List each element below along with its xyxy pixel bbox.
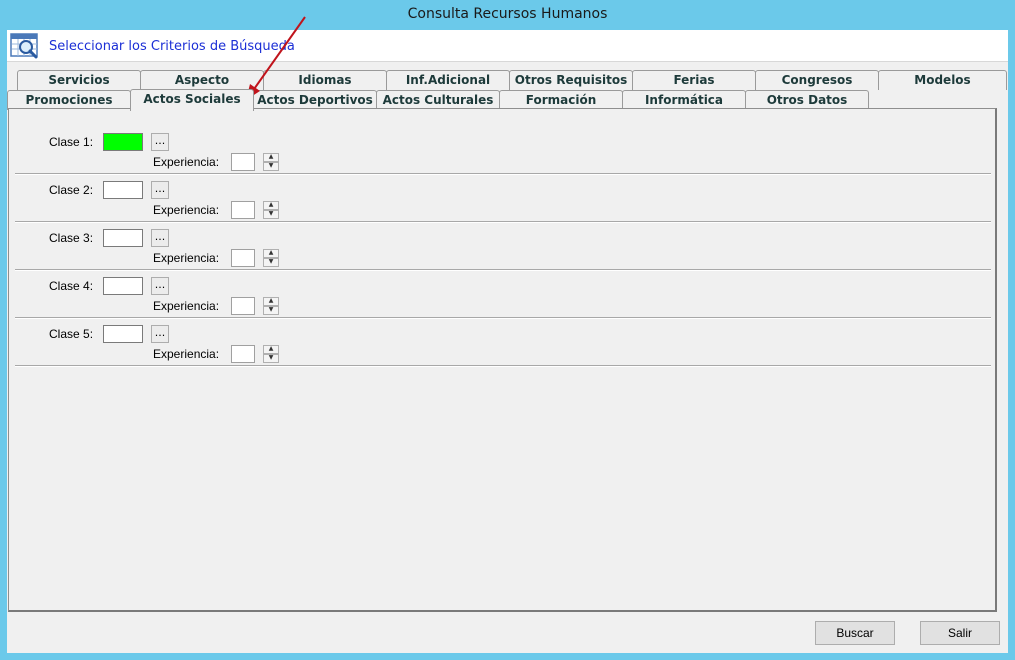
tab-formacion[interactable]: Formación xyxy=(499,90,623,110)
spin-up-icon[interactable]: ▲ xyxy=(263,201,279,210)
tab-actos-deportivos[interactable]: Actos Deportivos xyxy=(253,90,377,110)
spin-down-icon[interactable]: ▼ xyxy=(263,306,279,315)
experiencia-label: Experiencia: xyxy=(153,203,220,217)
experiencia-2-spinner[interactable]: ▲ ▼ xyxy=(263,201,279,219)
experiencia-label: Experiencia: xyxy=(153,155,220,169)
tab-otros-datos[interactable]: Otros Datos xyxy=(745,90,869,110)
tab-servicios[interactable]: Servicios xyxy=(17,70,141,90)
tab-inf-adicional[interactable]: Inf.Adicional xyxy=(386,70,510,90)
tab-otros-requisitos[interactable]: Otros Requisitos xyxy=(509,70,633,90)
experiencia-4-input[interactable] xyxy=(231,297,255,315)
clase-3-browse-button[interactable]: ... xyxy=(151,229,169,247)
tab-modelos[interactable]: Modelos xyxy=(878,70,1007,90)
experiencia-label: Experiencia: xyxy=(153,347,220,361)
clase-4-browse-button[interactable]: ... xyxy=(151,277,169,295)
clase-label: Clase 5: xyxy=(49,327,94,341)
experiencia-3-input[interactable] xyxy=(231,249,255,267)
tab-promociones[interactable]: Promociones xyxy=(7,90,131,110)
salir-button[interactable]: Salir xyxy=(920,621,1000,645)
tab-congresos[interactable]: Congresos xyxy=(755,70,879,90)
spin-down-icon[interactable]: ▼ xyxy=(263,210,279,219)
clase-row: Clase 4: ... Experiencia: ▲ ▼ xyxy=(15,275,991,323)
spin-down-icon[interactable]: ▼ xyxy=(263,354,279,363)
spin-up-icon[interactable]: ▲ xyxy=(263,297,279,306)
clase-2-browse-button[interactable]: ... xyxy=(151,181,169,199)
clase-label: Clase 3: xyxy=(49,231,94,245)
spin-up-icon[interactable]: ▲ xyxy=(263,153,279,162)
spin-up-icon[interactable]: ▲ xyxy=(263,345,279,354)
experiencia-1-spinner[interactable]: ▲ ▼ xyxy=(263,153,279,171)
header-band: Seleccionar los Criterios de Búsqueda xyxy=(7,30,1008,62)
tab-ferias[interactable]: Ferias xyxy=(632,70,756,90)
window-title: Consulta Recursos Humanos xyxy=(407,6,608,22)
row-separator xyxy=(15,269,991,271)
experiencia-4-spinner[interactable]: ▲ ▼ xyxy=(263,297,279,315)
tab-informatica[interactable]: Informática xyxy=(622,90,746,110)
tab-actos-culturales[interactable]: Actos Culturales xyxy=(376,90,500,110)
experiencia-5-spinner[interactable]: ▲ ▼ xyxy=(263,345,279,363)
spin-up-icon[interactable]: ▲ xyxy=(263,249,279,258)
clase-row: Clase 5: ... Experiencia: ▲ ▼ xyxy=(15,323,991,371)
clase-4-input[interactable] xyxy=(103,277,143,295)
clase-1-input[interactable] xyxy=(103,133,143,151)
experiencia-label: Experiencia: xyxy=(153,251,220,265)
clase-5-browse-button[interactable]: ... xyxy=(151,325,169,343)
title-bar: Consulta Recursos Humanos xyxy=(0,0,1015,30)
tab-actos-sociales[interactable]: Actos Sociales xyxy=(130,89,254,111)
experiencia-2-input[interactable] xyxy=(231,201,255,219)
spin-down-icon[interactable]: ▼ xyxy=(263,162,279,171)
spin-down-icon[interactable]: ▼ xyxy=(263,258,279,267)
clase-label: Clase 2: xyxy=(49,183,94,197)
row-separator xyxy=(15,317,991,319)
experiencia-3-spinner[interactable]: ▲ ▼ xyxy=(263,249,279,267)
experiencia-5-input[interactable] xyxy=(231,345,255,363)
clase-2-input[interactable] xyxy=(103,181,143,199)
clase-label: Clase 4: xyxy=(49,279,94,293)
actos-sociales-panel: Clase 1: ... Experiencia: ▲ ▼ Clase 2: .… xyxy=(8,108,997,612)
clase-row: Clase 3: ... Experiencia: ▲ ▼ xyxy=(15,227,991,275)
search-calendar-icon xyxy=(9,32,41,60)
row-separator xyxy=(15,221,991,223)
clase-label: Clase 1: xyxy=(49,135,94,149)
experiencia-1-input[interactable] xyxy=(231,153,255,171)
experiencia-label: Experiencia: xyxy=(153,299,220,313)
buscar-button[interactable]: Buscar xyxy=(815,621,895,645)
window-client: Seleccionar los Criterios de Búsqueda Se… xyxy=(7,30,1008,653)
clase-5-input[interactable] xyxy=(103,325,143,343)
row-separator xyxy=(15,173,991,175)
clase-row: Clase 2: ... Experiencia: ▲ ▼ xyxy=(15,179,991,227)
clase-3-input[interactable] xyxy=(103,229,143,247)
tab-idiomas[interactable]: Idiomas xyxy=(263,70,387,90)
clase-1-browse-button[interactable]: ... xyxy=(151,133,169,151)
row-separator xyxy=(15,365,991,367)
clase-row: Clase 1: ... Experiencia: ▲ ▼ xyxy=(15,131,991,179)
tab-aspecto[interactable]: Aspecto xyxy=(140,70,264,90)
header-title: Seleccionar los Criterios de Búsqueda xyxy=(49,39,295,54)
